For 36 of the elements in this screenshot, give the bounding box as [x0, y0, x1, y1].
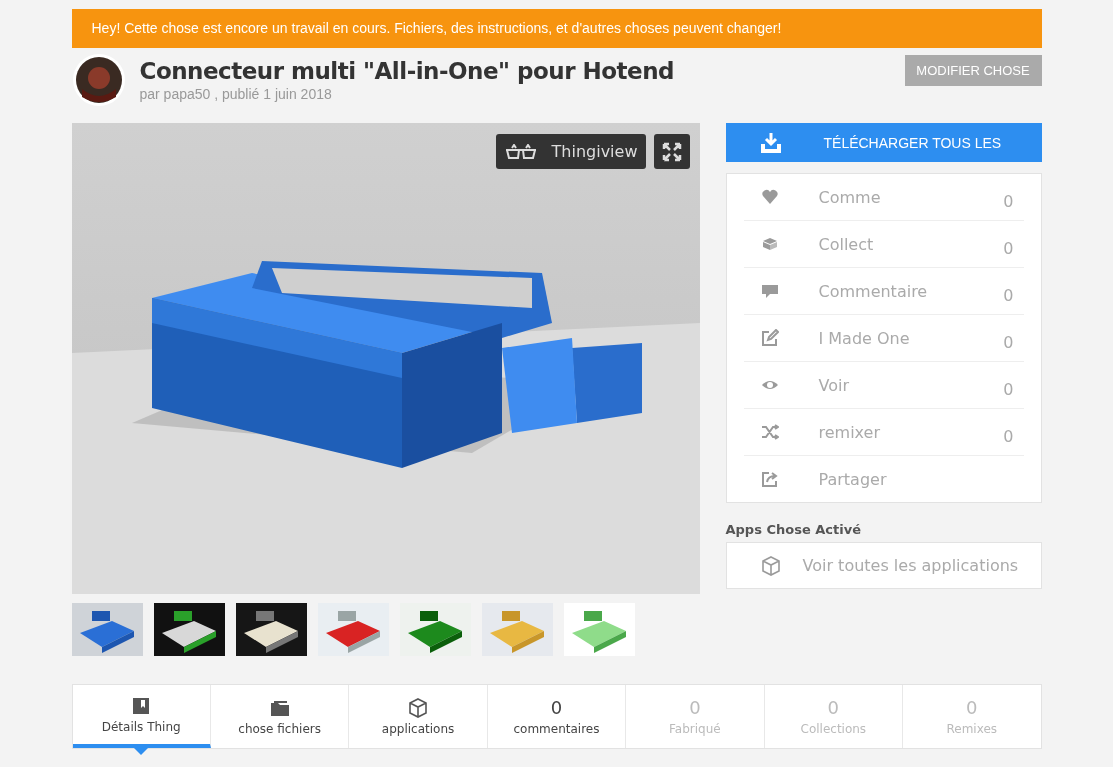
stat-link[interactable]: Voir: [818, 375, 1004, 395]
comment-icon: [760, 282, 779, 300]
cube-icon: [408, 697, 429, 718]
thingiview-button[interactable]: Thingiview: [495, 134, 646, 169]
avatar: [71, 53, 126, 107]
stat-count: 0: [1003, 379, 1014, 399]
stat-count: 0: [1003, 426, 1014, 446]
stat-count: 0: [1003, 238, 1014, 258]
shuffle-icon: [760, 423, 779, 441]
fullscreen-button[interactable]: [653, 134, 690, 169]
byline: par papa50 , publié 1 juin 2018: [139, 86, 333, 102]
stat-link[interactable]: Comme: [818, 187, 1004, 207]
heart-icon: [760, 188, 779, 206]
warning-banner: Hey! Cette chose est encore un travail en cours. Fichiers, des instructions, et d'autres choses peuvent changer!: [71, 9, 1042, 48]
section-heading: Apps Chose Activé: [725, 522, 862, 537]
stat-link[interactable]: Partager: [818, 469, 1024, 489]
download-icon: [759, 131, 782, 154]
thing-title: Connecteur multi "All-in-One" pour Hotend: [139, 58, 675, 84]
stat-link[interactable]: Commentaire: [818, 281, 1004, 301]
stat-link[interactable]: Collect: [818, 234, 1004, 254]
stat-count: 0: [1003, 285, 1014, 305]
edit-button[interactable]: MODIFIER CHOSE: [904, 55, 1042, 86]
stat-link[interactable]: remixer: [818, 422, 1004, 442]
tab-pointer-icon: [134, 748, 149, 755]
stack-icon: [760, 235, 779, 253]
stat-link[interactable]: I Made One: [818, 328, 1004, 348]
expand-icon: [661, 141, 682, 162]
apps-link[interactable]: Voir toutes les applications: [725, 542, 1042, 589]
cube-icon: [760, 555, 781, 576]
edit-icon: [760, 329, 779, 347]
stat-count: 0: [1003, 332, 1014, 352]
glasses-icon: [503, 143, 538, 160]
download-button[interactable]: TÉLÉCHARGER TOUS LES: [725, 123, 1042, 162]
stat-count: 0: [1003, 191, 1014, 211]
bookmark-icon: [131, 695, 152, 716]
share-icon: [760, 470, 779, 488]
